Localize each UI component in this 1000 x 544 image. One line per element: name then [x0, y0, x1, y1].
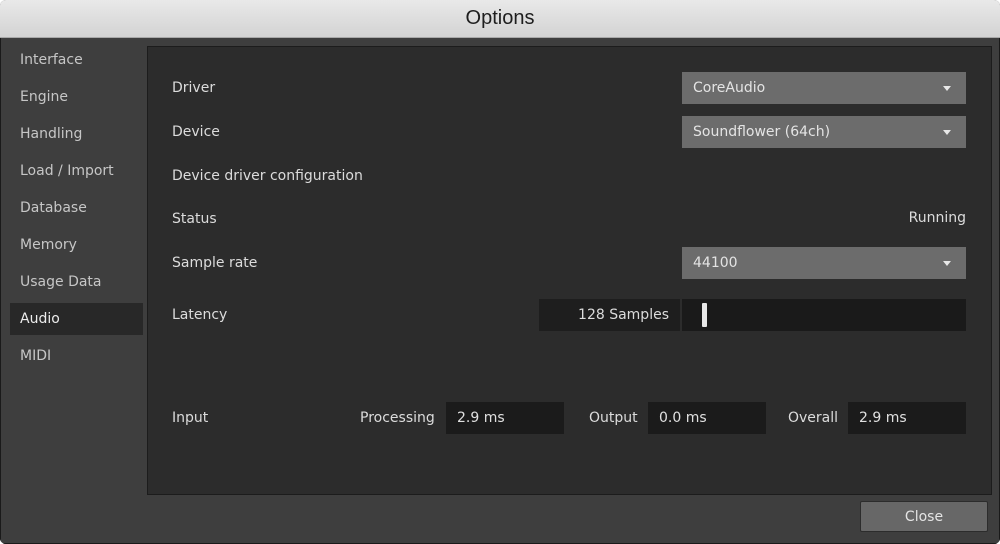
driver-value: CoreAudio [693, 80, 766, 96]
sample-rate-value: 44100 [693, 255, 738, 271]
options-window: Options Interface Engine Handling Load /… [0, 0, 1000, 544]
driver-dropdown[interactable]: CoreAudio [682, 72, 966, 104]
latency-value-box: 128 Samples [539, 299, 680, 331]
options-sidebar: Interface Engine Handling Load / Import … [10, 44, 143, 377]
sidebar-item-engine[interactable]: Engine [10, 81, 143, 113]
processing-value-box: 2.9 ms [446, 402, 564, 434]
dialog-body: Interface Engine Handling Load / Import … [0, 38, 1000, 544]
output-value-box: 0.0 ms [648, 402, 766, 434]
sidebar-item-audio[interactable]: Audio [10, 303, 143, 335]
close-button[interactable]: Close [860, 501, 988, 532]
device-driver-configuration-label: Device driver configuration [172, 168, 363, 184]
latency-value: 128 Samples [578, 307, 669, 323]
output-label: Output [589, 410, 638, 426]
output-value: 0.0 ms [659, 410, 707, 426]
chevron-down-icon [943, 86, 951, 91]
sidebar-item-midi[interactable]: MIDI [10, 340, 143, 372]
sample-rate-dropdown[interactable]: 44100 [682, 247, 966, 279]
latency-slider-handle[interactable] [702, 303, 707, 327]
overall-value-box: 2.9 ms [848, 402, 966, 434]
window-title: Options [465, 7, 535, 29]
sidebar-item-database[interactable]: Database [10, 192, 143, 224]
device-dropdown[interactable]: Soundflower (64ch) [682, 116, 966, 148]
processing-value: 2.9 ms [457, 410, 505, 426]
close-button-label: Close [904, 508, 944, 525]
overall-label: Overall [788, 410, 839, 426]
status-label: Status [172, 211, 217, 227]
status-value: Running [908, 210, 966, 226]
sidebar-item-usage-data[interactable]: Usage Data [10, 266, 143, 298]
titlebar: Options [0, 0, 1000, 38]
latency-label: Latency [172, 307, 228, 323]
sample-rate-label: Sample rate [172, 255, 258, 271]
sidebar-item-memory[interactable]: Memory [10, 229, 143, 261]
sidebar-item-load-import[interactable]: Load / Import [10, 155, 143, 187]
sidebar-item-handling[interactable]: Handling [10, 118, 143, 150]
processing-label: Processing [360, 410, 435, 426]
audio-settings-panel: Driver CoreAudio Device Soundflower (64c… [147, 46, 992, 495]
input-label: Input [172, 410, 209, 426]
driver-label: Driver [172, 80, 216, 96]
overall-value: 2.9 ms [859, 410, 907, 426]
sidebar-item-interface[interactable]: Interface [10, 44, 143, 76]
device-value: Soundflower (64ch) [693, 124, 831, 140]
device-label: Device [172, 124, 220, 140]
chevron-down-icon [943, 130, 951, 135]
latency-slider[interactable] [682, 299, 966, 331]
chevron-down-icon [943, 261, 951, 266]
